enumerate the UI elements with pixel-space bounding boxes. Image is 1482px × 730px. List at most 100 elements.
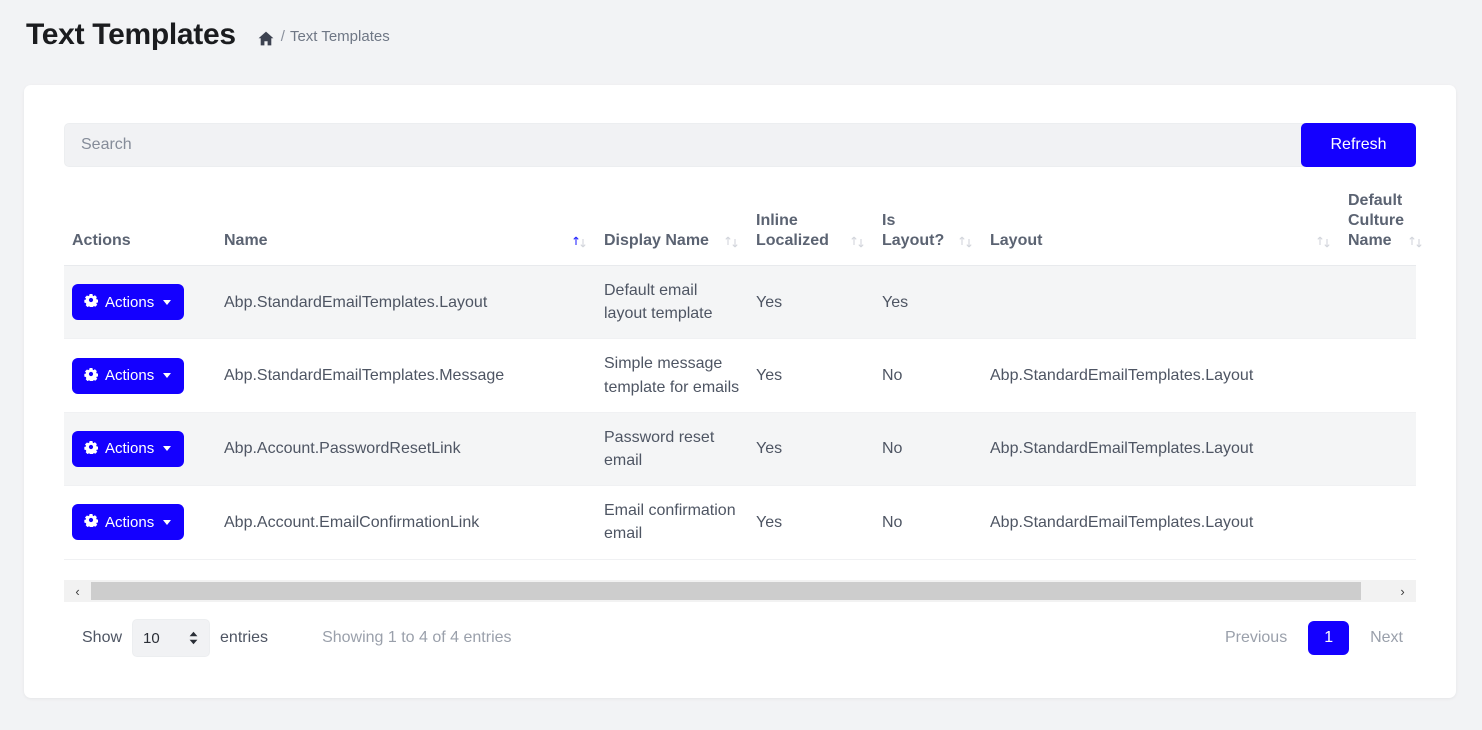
column-label: Inline Localized [756, 211, 846, 251]
column-header-is-layout[interactable]: Is Layout? [874, 181, 982, 266]
row-actions-button[interactable]: Actions [72, 358, 184, 394]
page-length-control: Show 10 entries [82, 619, 268, 657]
pagination-next[interactable]: Next [1357, 622, 1416, 654]
cell-default-culture-name [1340, 486, 1416, 559]
row-actions-button[interactable]: Actions [72, 504, 184, 540]
column-header-name[interactable]: Name [216, 181, 596, 266]
pagination-previous[interactable]: Previous [1212, 622, 1300, 654]
column-label: Is Layout? [882, 211, 954, 251]
table-footer: Show 10 entries Showing 1 to 4 of 4 entr… [64, 612, 1416, 664]
breadcrumb-separator: / [281, 28, 285, 45]
sort-icon[interactable] [1316, 234, 1332, 250]
sort-icon-ascending-active[interactable] [572, 234, 588, 250]
cell-is-layout: No [874, 339, 982, 412]
column-label: Default Culture Name [1348, 191, 1404, 251]
column-label: Layout [990, 231, 1042, 251]
cell-inline-localized: Yes [748, 486, 874, 559]
cell-layout: Abp.StandardEmailTemplates.Layout [982, 339, 1340, 412]
column-header-actions: Actions [64, 181, 216, 266]
row-actions-label: Actions [105, 294, 154, 311]
column-header-inline-localized[interactable]: Inline Localized [748, 181, 874, 266]
scrollbar-track[interactable] [91, 580, 1389, 602]
cell-display-name: Simple message template for emails [596, 339, 748, 412]
cell-default-culture-name [1340, 266, 1416, 339]
sort-icon[interactable] [958, 234, 974, 250]
gear-icon [84, 513, 98, 531]
gear-icon [84, 293, 98, 311]
cell-layout: Abp.StandardEmailTemplates.Layout [982, 486, 1340, 559]
show-label: Show [82, 629, 122, 647]
content-card: Refresh Actions Name [24, 85, 1456, 698]
gear-icon [84, 440, 98, 458]
table-header-row: Actions Name [64, 181, 1416, 266]
cell-default-culture-name [1340, 412, 1416, 485]
table-row[interactable]: Actions Abp.Account.EmailConfirmationLin… [64, 486, 1416, 559]
search-toolbar: Refresh [64, 123, 1416, 167]
text-templates-table: Actions Name [64, 181, 1416, 560]
cell-name: Abp.StandardEmailTemplates.Message [216, 339, 596, 412]
breadcrumb: / Text Templates [258, 28, 390, 45]
row-actions-button[interactable]: Actions [72, 284, 184, 320]
cell-display-name: Email confirmation email [596, 486, 748, 559]
cell-default-culture-name [1340, 339, 1416, 412]
cell-inline-localized: Yes [748, 412, 874, 485]
sort-icon[interactable] [724, 234, 740, 250]
sort-icon[interactable] [850, 234, 866, 250]
page-length-value: 10 [143, 630, 188, 647]
table-head: Actions Name [64, 181, 1416, 266]
entries-label: entries [220, 629, 268, 647]
cell-is-layout: No [874, 412, 982, 485]
gear-icon [84, 367, 98, 385]
table-row[interactable]: Actions Abp.StandardEmailTemplates.Messa… [64, 339, 1416, 412]
pagination-page-1[interactable]: 1 [1308, 621, 1349, 655]
row-actions-label: Actions [105, 514, 154, 531]
row-actions-label: Actions [105, 440, 154, 457]
cell-name: Abp.Account.EmailConfirmationLink [216, 486, 596, 559]
cell-display-name: Password reset email [596, 412, 748, 485]
cell-name: Abp.Account.PasswordResetLink [216, 412, 596, 485]
scroll-right-arrow-icon[interactable]: › [1389, 580, 1416, 602]
cell-actions: Actions [64, 486, 216, 559]
column-header-layout[interactable]: Layout [982, 181, 1340, 266]
breadcrumb-current[interactable]: Text Templates [290, 28, 390, 45]
row-actions-button[interactable]: Actions [72, 431, 184, 467]
pagination: Previous 1 Next [1212, 621, 1416, 655]
cell-inline-localized: Yes [748, 339, 874, 412]
chevron-down-icon [163, 300, 171, 305]
chevron-down-icon [163, 373, 171, 378]
table-row[interactable]: Actions Abp.StandardEmailTemplates.Layou… [64, 266, 1416, 339]
cell-name: Abp.StandardEmailTemplates.Layout [216, 266, 596, 339]
chevron-down-icon [163, 446, 171, 451]
cell-actions: Actions [64, 266, 216, 339]
page-title: Text Templates [26, 18, 236, 52]
table-info: Showing 1 to 4 of 4 entries [322, 629, 511, 647]
search-input[interactable] [64, 123, 1305, 167]
column-label: Actions [72, 231, 131, 251]
cell-inline-localized: Yes [748, 266, 874, 339]
column-header-display-name[interactable]: Display Name [596, 181, 748, 266]
cell-layout [982, 266, 1340, 339]
scrollbar-thumb[interactable] [91, 582, 1361, 600]
scroll-left-arrow-icon[interactable]: ‹ [64, 580, 91, 602]
page-header: Text Templates / Text Templates [0, 0, 1482, 85]
cell-actions: Actions [64, 412, 216, 485]
cell-is-layout: No [874, 486, 982, 559]
column-label: Display Name [604, 231, 709, 251]
row-actions-label: Actions [105, 367, 154, 384]
cell-actions: Actions [64, 339, 216, 412]
page-length-select[interactable]: 10 [132, 619, 210, 657]
horizontal-scrollbar[interactable]: ‹ › [64, 580, 1416, 602]
home-icon[interactable] [258, 31, 274, 46]
column-header-default-culture-name[interactable]: Default Culture Name [1340, 181, 1416, 266]
cell-layout: Abp.StandardEmailTemplates.Layout [982, 412, 1340, 485]
cell-is-layout: Yes [874, 266, 982, 339]
column-label: Name [224, 231, 268, 251]
cell-display-name: Default email layout template [596, 266, 748, 339]
table-row[interactable]: Actions Abp.Account.PasswordResetLink Pa… [64, 412, 1416, 485]
refresh-button[interactable]: Refresh [1301, 123, 1416, 167]
data-table-container: Actions Name [64, 181, 1416, 560]
table-body: Actions Abp.StandardEmailTemplates.Layou… [64, 266, 1416, 560]
stepper-icon [188, 631, 199, 645]
sort-icon[interactable] [1408, 234, 1424, 250]
chevron-down-icon [163, 520, 171, 525]
